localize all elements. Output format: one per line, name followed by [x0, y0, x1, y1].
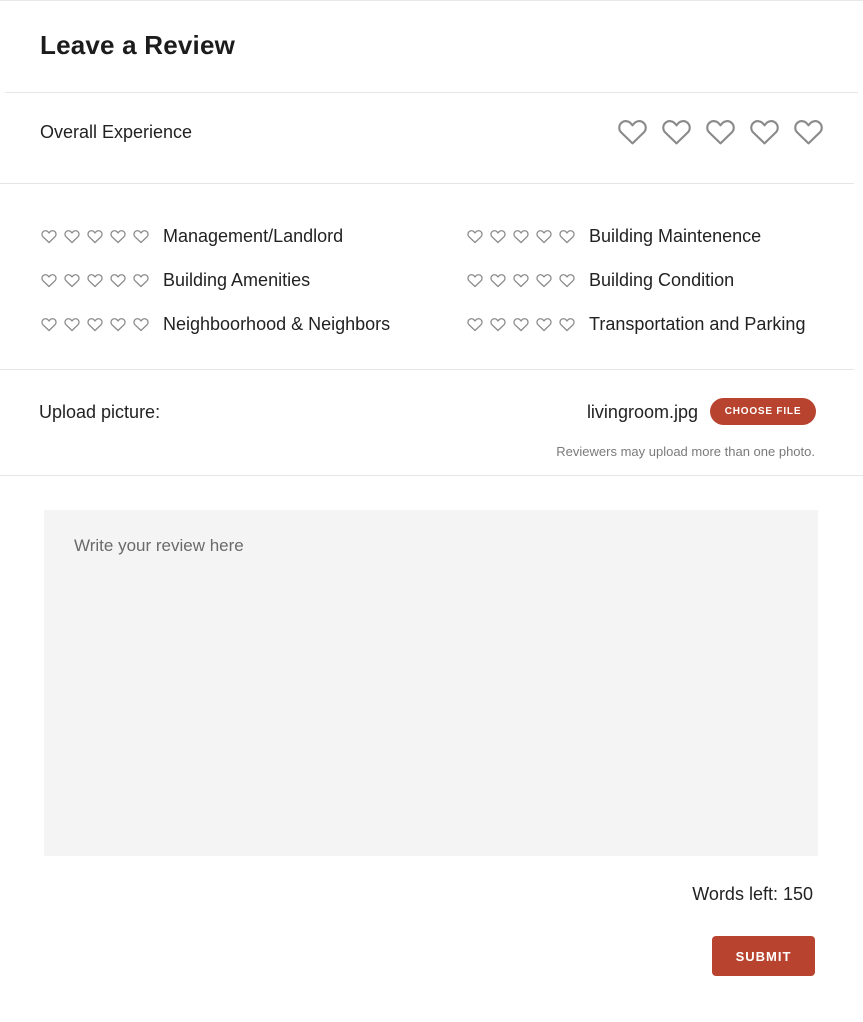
heart-outline-icon[interactable]	[792, 116, 825, 148]
category-building-maintenence: Building Maintenence	[466, 226, 761, 247]
heart-outline-icon[interactable]	[512, 272, 530, 289]
category-label: Transportation and Parking	[589, 314, 806, 334]
heart-outline-icon[interactable]	[535, 228, 553, 245]
category-management-landlord: Management/Landlord	[40, 226, 343, 247]
heart-outline-icon[interactable]	[558, 228, 576, 245]
heart-outline-icon[interactable]	[535, 316, 553, 333]
category-rating	[40, 272, 150, 289]
divider	[0, 183, 854, 184]
heart-outline-icon[interactable]	[109, 316, 127, 333]
divider	[0, 369, 854, 370]
category-rating	[466, 316, 576, 333]
heart-outline-icon[interactable]	[512, 228, 530, 245]
heart-outline-icon[interactable]	[616, 116, 649, 148]
heart-outline-icon[interactable]	[489, 272, 507, 289]
category-neighboorhood-neighbors: Neighboorhood & Neighbors	[40, 314, 390, 335]
heart-outline-icon[interactable]	[466, 316, 484, 333]
review-textarea[interactable]	[44, 510, 818, 856]
category-label: Building Amenities	[163, 270, 311, 290]
category-label: Building Condition	[589, 270, 735, 290]
heart-outline-icon[interactable]	[86, 316, 104, 333]
heart-outline-icon[interactable]	[86, 228, 104, 245]
heart-outline-icon[interactable]	[558, 272, 576, 289]
page-title: Leave a Review	[40, 30, 236, 60]
category-rating	[466, 272, 576, 289]
category-label: Neighboorhood & Neighbors	[163, 314, 391, 334]
heart-outline-icon[interactable]	[63, 228, 81, 245]
upload-picture-label: Upload picture:	[39, 402, 161, 422]
heart-outline-icon[interactable]	[660, 116, 693, 148]
divider	[5, 92, 858, 93]
heart-outline-icon[interactable]	[704, 116, 737, 148]
heart-outline-icon[interactable]	[63, 272, 81, 289]
category-building-amenities: Building Amenities	[40, 270, 310, 291]
category-rating	[40, 228, 150, 245]
words-left-counter: Words left: 150	[692, 884, 813, 904]
heart-outline-icon[interactable]	[558, 316, 576, 333]
category-label: Building Maintenence	[589, 226, 762, 246]
heart-outline-icon[interactable]	[132, 272, 150, 289]
heart-outline-icon[interactable]	[40, 272, 58, 289]
heart-outline-icon[interactable]	[109, 228, 127, 245]
category-label: Management/Landlord	[163, 226, 344, 246]
choose-file-button[interactable]: CHOOSE FILE	[710, 398, 816, 425]
selected-filename: livingroom.jpg	[586, 402, 698, 422]
heart-outline-icon[interactable]	[132, 316, 150, 333]
category-rating	[40, 316, 150, 333]
upload-hint: Reviewers may upload more than one photo…	[556, 444, 815, 459]
heart-outline-icon[interactable]	[466, 272, 484, 289]
overall-experience-label: Overall Experience	[40, 122, 193, 142]
top-border	[0, 0, 863, 1]
heart-outline-icon[interactable]	[466, 228, 484, 245]
category-building-condition: Building Condition	[466, 270, 734, 291]
submit-button[interactable]: SUBMIT	[712, 936, 815, 976]
heart-outline-icon[interactable]	[40, 228, 58, 245]
category-rating	[466, 228, 576, 245]
heart-outline-icon[interactable]	[512, 316, 530, 333]
overall-rating	[616, 116, 825, 148]
category-transportation-parking: Transportation and Parking	[466, 314, 805, 335]
divider	[0, 475, 863, 476]
heart-outline-icon[interactable]	[489, 316, 507, 333]
heart-outline-icon[interactable]	[63, 316, 81, 333]
heart-outline-icon[interactable]	[109, 272, 127, 289]
heart-outline-icon[interactable]	[40, 316, 58, 333]
heart-outline-icon[interactable]	[535, 272, 553, 289]
heart-outline-icon[interactable]	[748, 116, 781, 148]
heart-outline-icon[interactable]	[132, 228, 150, 245]
heart-outline-icon[interactable]	[489, 228, 507, 245]
heart-outline-icon[interactable]	[86, 272, 104, 289]
